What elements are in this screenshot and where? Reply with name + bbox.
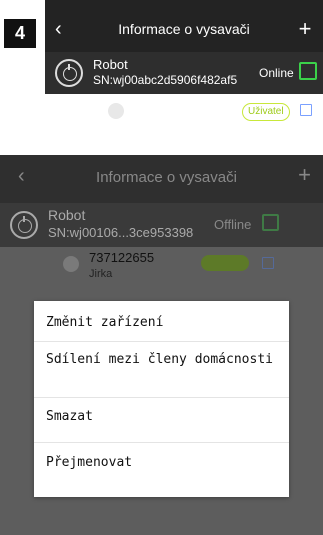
device-status: Online [259, 66, 294, 80]
role-badge: Uživatel [242, 103, 290, 121]
robot-vacuum-icon [10, 211, 38, 239]
edit-icon[interactable] [300, 104, 312, 116]
chevron-left-icon[interactable]: ‹ [55, 14, 75, 44]
robot-vacuum-icon [55, 59, 83, 87]
avatar-icon [63, 256, 79, 272]
role-badge [201, 255, 249, 271]
menu-divider [34, 397, 289, 398]
user-name: Jirka [89, 268, 113, 280]
device-serial: SN:wj00abc2d5906f482af5 [93, 73, 238, 87]
menu-divider [34, 442, 289, 443]
screen-vacuum-info: ‹ Informace o vysavači + Robot SN:wj00ab… [45, 0, 323, 155]
screen-vacuum-info-menu: ‹ Informace o vysavači + Robot SN:wj0010… [0, 155, 323, 535]
device-status: Offline [214, 217, 252, 232]
device-row[interactable]: Robot SN:wj00106...3ce953398 Offline [0, 203, 323, 247]
page: 4 ‹ Informace o vysavači + Robot SN:wj00… [0, 0, 323, 535]
device-name: Robot [48, 207, 86, 223]
page-title: Informace o vysavači [96, 169, 237, 186]
avatar-icon [108, 103, 124, 119]
device-row[interactable]: Robot SN:wj00abc2d5906f482af5 Online [45, 52, 323, 94]
menu-item-delete[interactable]: Smazat [34, 409, 289, 433]
menu-item-change-device[interactable]: Změnit zařízení [34, 315, 289, 343]
plus-icon[interactable]: + [295, 14, 315, 44]
menu-item-rename[interactable]: Přejmenovat [34, 455, 289, 479]
device-serial: SN:wj00106...3ce953398 [48, 225, 194, 240]
user-row[interactable]: Uživatel [45, 94, 323, 146]
step-badge: 4 [4, 19, 36, 48]
edit-icon[interactable] [262, 214, 279, 231]
edit-icon[interactable] [262, 257, 274, 269]
user-phone: 737122655 [89, 250, 155, 265]
app-header: ‹ Informace o vysavači + [0, 155, 323, 203]
plus-icon[interactable]: + [298, 162, 311, 188]
chevron-left-icon[interactable]: ‹ [18, 165, 25, 188]
menu-divider [34, 341, 289, 342]
context-menu: Změnit zařízení Sdílení mezi členy domác… [34, 301, 289, 497]
device-name: Robot [93, 57, 128, 72]
menu-item-share-household[interactable]: Sdílení mezi členy domácnosti [34, 351, 289, 395]
app-header: ‹ Informace o vysavači + [45, 0, 323, 58]
page-title: Informace o vysavači [118, 21, 250, 37]
edit-icon[interactable] [299, 62, 317, 80]
user-row[interactable]: 737122655 Jirka [0, 247, 323, 295]
